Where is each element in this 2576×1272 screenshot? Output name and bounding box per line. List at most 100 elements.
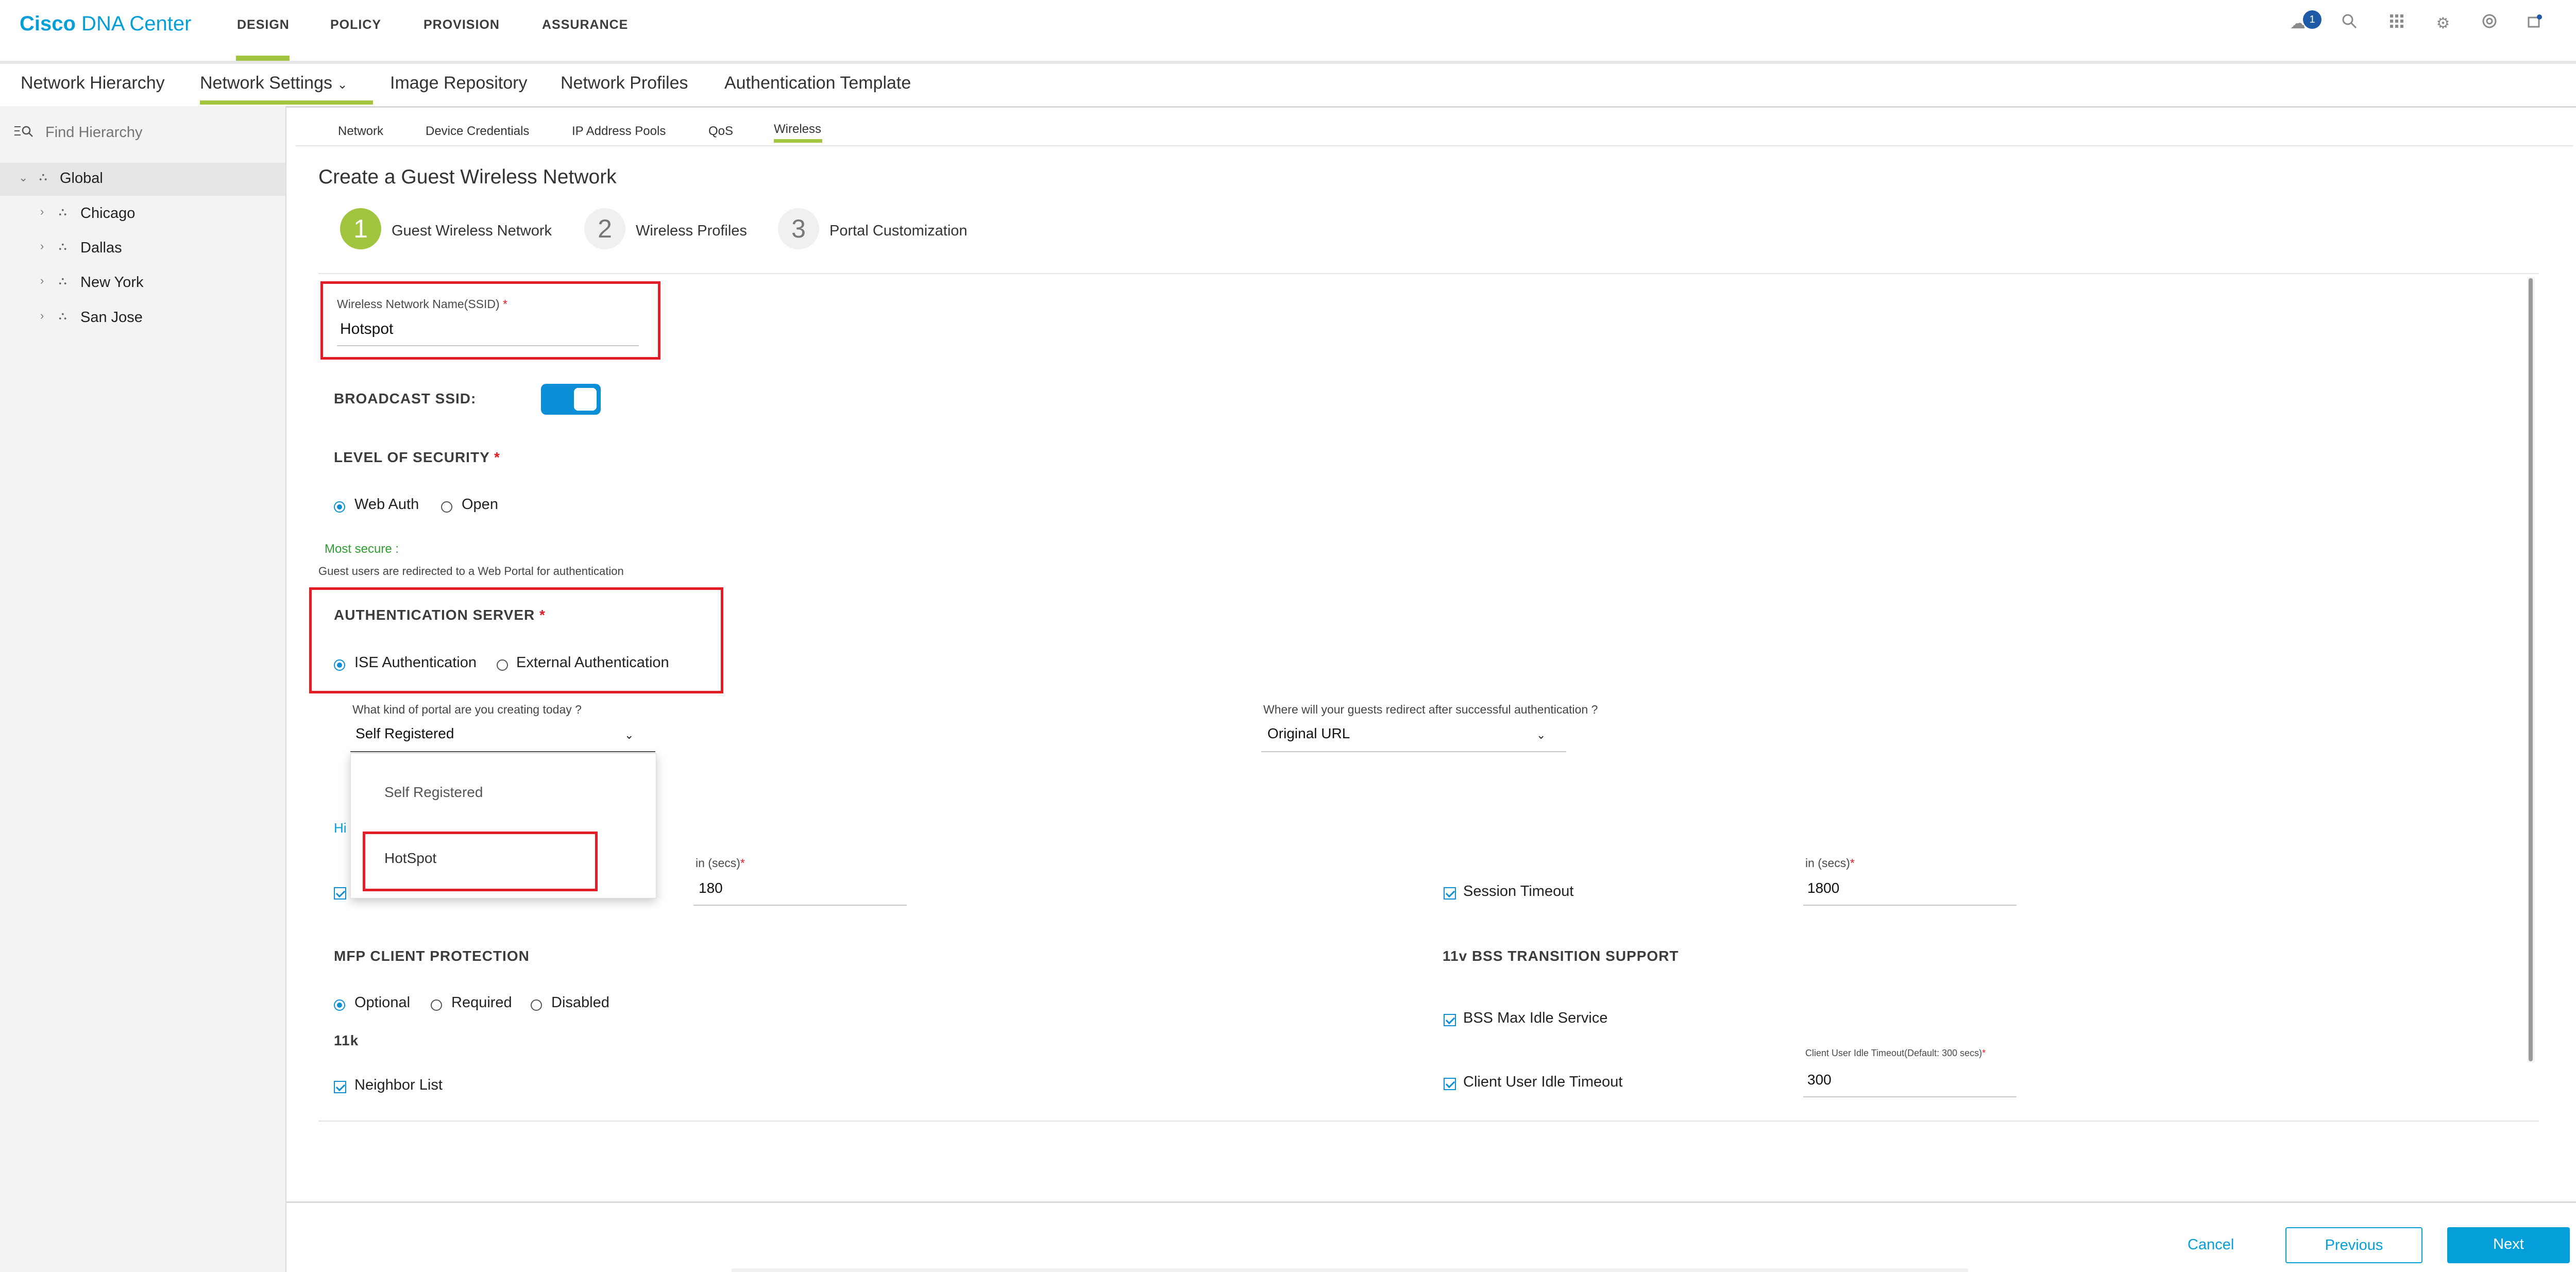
nav-design[interactable]: DESIGN — [237, 18, 290, 32]
subnav-authentication-template[interactable]: Authentication Template — [724, 73, 911, 93]
chevron-down-icon[interactable]: ⌄ — [1536, 728, 1546, 742]
redirect-question: Where will your guests redirect after su… — [1263, 703, 1598, 716]
site-hierarchy-icon: ⛬ — [59, 274, 67, 287]
chevron-down-icon[interactable]: ⌄ — [624, 728, 634, 742]
tree-node-chicago[interactable]: Chicago — [80, 205, 135, 222]
checkbox-neighbor-list[interactable] — [334, 1081, 346, 1093]
portal-question: What kind of portal are you creating tod… — [352, 703, 582, 716]
page-title: Create a Guest Wireless Network — [318, 166, 617, 188]
settings-subnav — [0, 64, 2576, 108]
find-hierarchy-input[interactable] — [44, 124, 273, 142]
secs-label-right: in (secs)* — [1805, 856, 1855, 870]
notification-badge: 1 — [2303, 10, 2321, 29]
radio-mfp-required[interactable] — [431, 999, 442, 1011]
client-idle-underline — [1803, 1096, 2016, 1097]
subnav-network-hierarchy[interactable]: Network Hierarchy — [21, 73, 165, 93]
tab-ip-address-pools[interactable]: IP Address Pools — [572, 124, 666, 139]
checkbox-session-timeout[interactable] — [1444, 887, 1456, 900]
tab-qos[interactable]: QoS — [708, 124, 733, 139]
redirect-select[interactable]: Original URL — [1267, 725, 1350, 742]
radio-external-authentication[interactable] — [497, 659, 508, 671]
session-timeout-label: Session Timeout — [1463, 883, 1574, 900]
next-button[interactable]: Next — [2447, 1227, 2570, 1263]
timeout-input-left[interactable]: 180 — [699, 880, 723, 896]
hidden-link[interactable]: Hi — [334, 820, 347, 836]
step-2-indicator: 2 — [584, 208, 625, 249]
radio-ise-authentication[interactable] — [334, 659, 345, 671]
tab-network[interactable]: Network — [338, 124, 383, 139]
auth-server-label: AUTHENTICATION SERVER * — [334, 607, 546, 623]
checkbox-bss-max-idle[interactable] — [1444, 1014, 1456, 1026]
chevron-down-icon[interactable]: ⌄ — [19, 171, 28, 184]
client-idle-timeout-input[interactable]: 300 — [1807, 1072, 1832, 1088]
chevron-right-icon[interactable]: › — [40, 309, 44, 323]
ssid-underline — [337, 345, 639, 346]
session-timeout-underline — [1803, 905, 2016, 906]
chevron-right-icon[interactable]: › — [40, 240, 44, 253]
subnav-active-indicator — [200, 100, 373, 105]
mfp-required-label: Required — [451, 994, 512, 1011]
nav-active-indicator — [236, 56, 290, 61]
tab-wireless[interactable]: Wireless — [774, 122, 821, 137]
chevron-right-icon[interactable]: › — [40, 205, 44, 218]
subnav-network-settings[interactable]: Network Settings ⌄ — [200, 73, 348, 93]
tree-node-dallas[interactable]: Dallas — [80, 240, 122, 257]
step-1-label: Guest Wireless Network — [392, 223, 552, 239]
subnav-network-profiles[interactable]: Network Profiles — [561, 73, 688, 93]
scrollbar-thumb[interactable] — [2529, 278, 2533, 1061]
nav-assurance[interactable]: ASSURANCE — [542, 18, 628, 32]
dropdown-option-hotspot[interactable]: HotSpot — [384, 850, 436, 867]
apps-grid-icon[interactable] — [2386, 13, 2407, 34]
tree-node-new-york[interactable]: New York — [80, 274, 144, 291]
tab-device-credentials[interactable]: Device Credentials — [426, 124, 529, 139]
secs-label-left: in (secs)* — [696, 856, 745, 870]
checkbox-client-idle-timeout[interactable] — [1444, 1078, 1456, 1090]
checkbox-partially-hidden[interactable] — [334, 887, 346, 900]
bss-max-idle-label: BSS Max Idle Service — [1463, 1010, 1608, 1026]
timeout-underline — [693, 905, 907, 906]
help-lifebuoy-icon[interactable] — [2479, 13, 2500, 34]
site-hierarchy-icon: ⛬ — [59, 205, 67, 218]
app-logo[interactable]: Cisco DNA Center — [20, 12, 191, 36]
cancel-button[interactable]: Cancel — [2188, 1236, 2234, 1253]
chat-icon[interactable] — [2524, 13, 2545, 34]
redirect-select-underline — [1261, 751, 1566, 752]
ssid-input[interactable]: Hotspot — [340, 320, 393, 338]
k11-label: 11k — [334, 1032, 359, 1048]
neighbor-list-label: Neighbor List — [354, 1077, 443, 1093]
tree-node-san-jose[interactable]: San Jose — [80, 309, 143, 326]
step-2-label: Wireless Profiles — [636, 223, 747, 239]
session-timeout-input[interactable]: 1800 — [1807, 880, 1839, 896]
radio-web-auth[interactable] — [334, 501, 345, 513]
nav-provision[interactable]: PROVISION — [423, 18, 500, 32]
step-3-label: Portal Customization — [829, 223, 968, 239]
web-auth-label: Web Auth — [354, 496, 419, 513]
radio-mfp-disabled[interactable] — [531, 999, 542, 1011]
ise-authentication-label: ISE Authentication — [354, 654, 477, 671]
dropdown-option-self-registered[interactable]: Self Registered — [384, 784, 483, 801]
tab-active-indicator — [774, 139, 822, 143]
client-idle-timeout-label: Client User Idle Timeout — [1463, 1074, 1623, 1090]
divider — [318, 273, 2539, 274]
previous-button[interactable]: Previous — [2285, 1227, 2422, 1263]
site-hierarchy-icon: ⛬ — [59, 309, 67, 322]
portal-select-underline — [350, 751, 655, 752]
security-description: Guest users are redirected to a Web Port… — [318, 565, 624, 578]
radio-open[interactable] — [441, 501, 452, 513]
nav-policy[interactable]: POLICY — [330, 18, 381, 32]
security-note: Most secure : — [325, 542, 399, 556]
gear-icon[interactable]: ⚙ — [2433, 13, 2453, 34]
search-icon[interactable] — [2339, 13, 2360, 34]
portal-type-select[interactable]: Self Registered — [355, 725, 454, 742]
footer-divider — [285, 1201, 2576, 1203]
external-authentication-label: External Authentication — [516, 654, 669, 671]
highlight-box — [309, 587, 723, 693]
radio-mfp-optional[interactable] — [334, 999, 345, 1011]
ssid-label: Wireless Network Name(SSID) * — [337, 297, 507, 311]
site-hierarchy-icon: ⛬ — [39, 170, 47, 183]
chevron-right-icon[interactable]: › — [40, 274, 44, 287]
broadcast-ssid-toggle[interactable] — [541, 384, 601, 415]
top-header — [0, 0, 2576, 64]
broadcast-ssid-label: BROADCAST SSID: — [334, 391, 477, 406]
subnav-image-repository[interactable]: Image Repository — [390, 73, 527, 93]
